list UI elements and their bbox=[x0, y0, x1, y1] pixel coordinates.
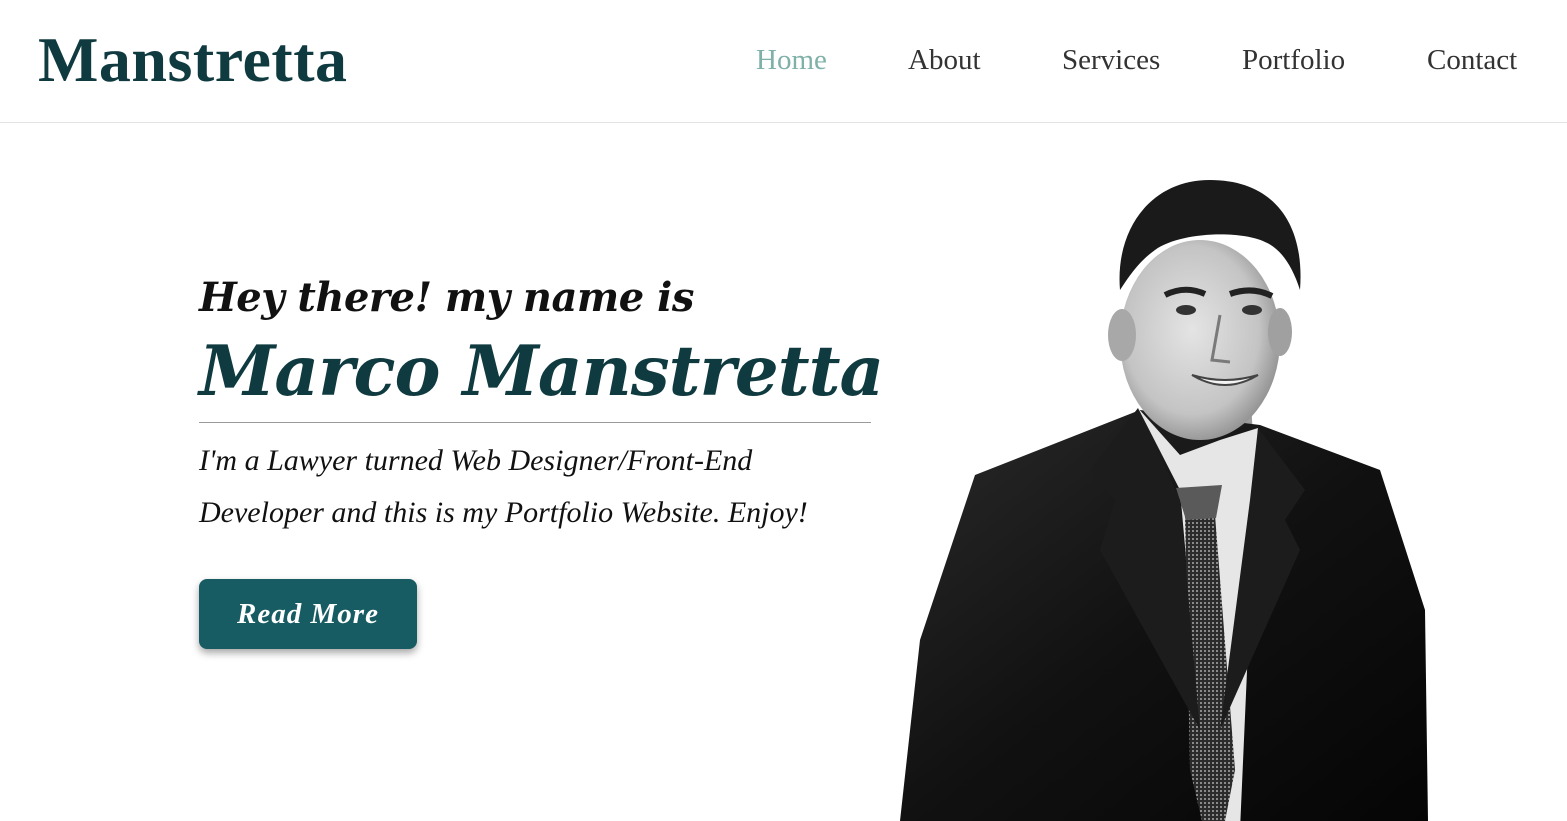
main-nav: Home About Services Portfolio Contact bbox=[0, 40, 1567, 80]
hero-intro: I'm a Lawyer turned Web Designer/Front-E… bbox=[199, 444, 808, 529]
site-header: Manstretta Home About Services Portfolio… bbox=[0, 0, 1567, 123]
portrait-photo bbox=[900, 180, 1428, 821]
nav-link-home[interactable]: Home bbox=[756, 40, 827, 80]
nav-link-portfolio[interactable]: Portfolio bbox=[1242, 40, 1345, 80]
hero-greeting: Hey there! my name is bbox=[199, 274, 694, 321]
hero-divider bbox=[199, 422, 871, 423]
nav-link-about[interactable]: About bbox=[908, 40, 981, 80]
nav-link-services[interactable]: Services bbox=[1062, 40, 1160, 80]
nav-link-contact[interactable]: Contact bbox=[1427, 40, 1517, 80]
read-more-button[interactable]: Read More bbox=[199, 579, 417, 649]
hero-name: Marco Manstretta bbox=[199, 331, 884, 412]
hero-section: Hey there! my name is Marco Manstretta I… bbox=[199, 270, 884, 649]
